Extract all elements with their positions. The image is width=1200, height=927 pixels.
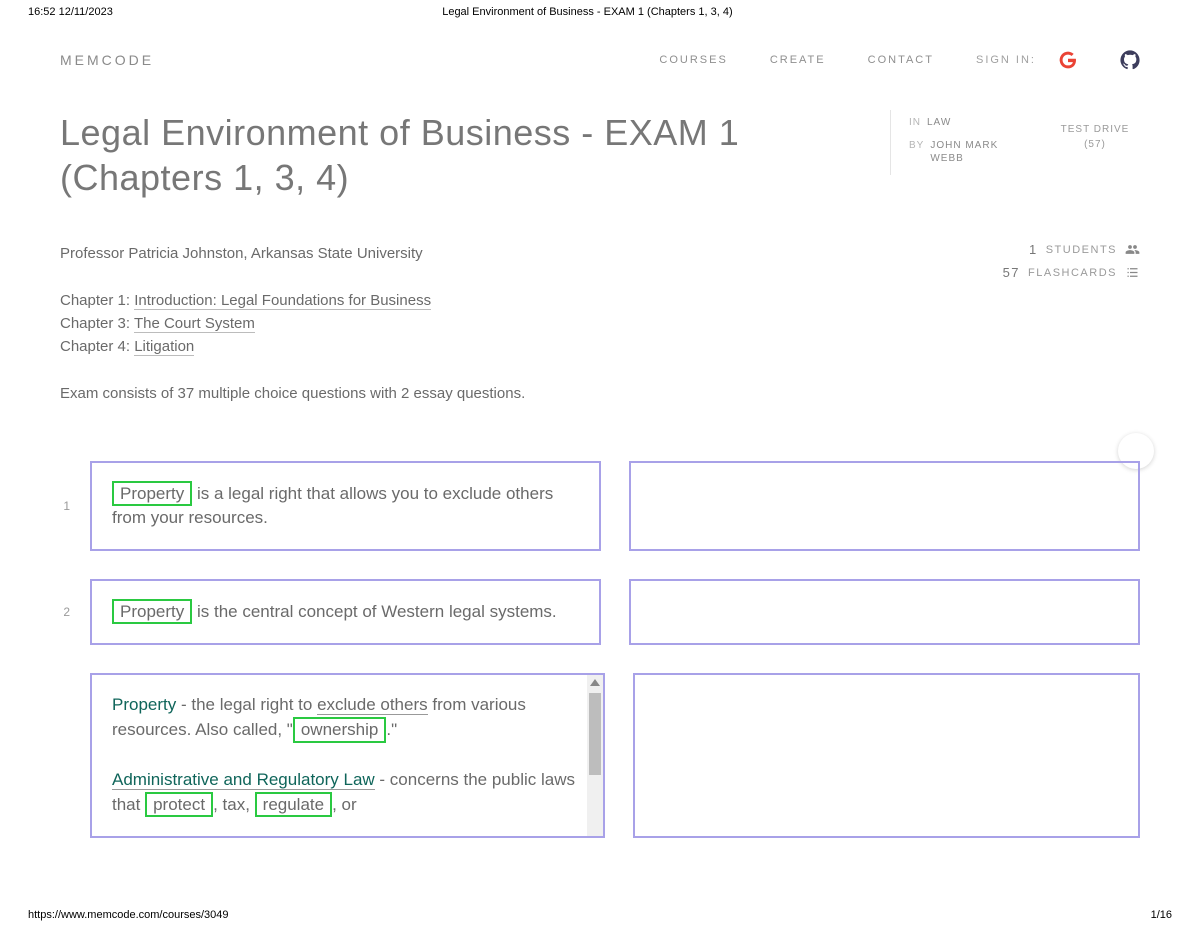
card-number: 2 — [60, 605, 70, 619]
flashcards-label: FLASHCARDS — [1028, 267, 1117, 279]
students-stat: 1 STUDENTS — [1003, 242, 1140, 257]
github-icon[interactable] — [1120, 50, 1140, 70]
nav-contact[interactable]: CONTACT — [868, 54, 934, 66]
flashcard-question[interactable]: Property is the central concept of Weste… — [90, 579, 601, 645]
ch1-link[interactable]: Introduction: Legal Foundations for Busi… — [134, 292, 431, 310]
in-value[interactable]: LAW — [927, 116, 951, 129]
ch4-link[interactable]: Litigation — [134, 338, 194, 356]
cloze-blank: regulate — [255, 792, 332, 817]
logo[interactable]: MEMCODE — [60, 52, 154, 68]
google-icon[interactable] — [1058, 50, 1078, 70]
flashcard-answer[interactable] — [629, 579, 1140, 645]
by-value[interactable]: JOHN MARK WEBB — [930, 139, 1020, 165]
ch4-prefix: Chapter 4: — [60, 338, 134, 355]
scroll-up-arrow-icon[interactable] — [590, 679, 600, 686]
ch1-prefix: Chapter 1: — [60, 292, 134, 309]
students-label: STUDENTS — [1046, 244, 1117, 256]
users-icon — [1125, 242, 1140, 257]
cloze-blank: protect — [145, 792, 213, 817]
card-number: 1 — [60, 499, 70, 513]
course-meta: IN LAW BY JOHN MARK WEBB — [890, 110, 1020, 175]
nav-courses[interactable]: COURSES — [659, 54, 727, 66]
course-description: Professor Patricia Johnston, Arkansas St… — [60, 242, 800, 405]
flashcard-answer[interactable] — [629, 461, 1140, 551]
print-page: 1/16 — [1151, 909, 1172, 921]
test-drive-button[interactable]: TEST DRIVE (57) — [1050, 110, 1140, 150]
scrollbar[interactable] — [587, 675, 603, 836]
test-drive-label: TEST DRIVE — [1050, 124, 1140, 135]
test-drive-count: (57) — [1050, 139, 1140, 150]
scroll-thumb[interactable] — [589, 693, 601, 775]
flashcard-answer[interactable] — [633, 673, 1140, 838]
flashcard-question[interactable]: Property is a legal right that allows yo… — [90, 461, 601, 551]
term-heading: Administrative and Regulatory Law — [112, 770, 375, 790]
course-title: Legal Environment of Business - EXAM 1 (… — [60, 110, 860, 200]
list-icon — [1125, 265, 1140, 280]
print-header: 16:52 12/11/2023 Legal Environment of Bu… — [0, 0, 1200, 26]
flashcards-stat: 57 FLASHCARDS — [1003, 265, 1140, 280]
term-heading: Property — [112, 695, 176, 714]
ch3-link[interactable]: The Court System — [134, 315, 255, 333]
by-label: BY — [909, 139, 924, 165]
question-text: is the central concept of Western legal … — [192, 602, 556, 621]
cloze-blank: Property — [112, 599, 192, 624]
exam-info: Exam consists of 37 multiple choice ques… — [60, 382, 800, 405]
cloze-blank: ownership — [293, 717, 387, 742]
nav-create[interactable]: CREATE — [770, 54, 826, 66]
underlined-text: exclude others — [317, 695, 428, 715]
print-title: Legal Environment of Business - EXAM 1 (… — [442, 6, 732, 18]
in-label: IN — [909, 116, 921, 129]
top-nav: MEMCODE COURSES CREATE CONTACT SIGN IN: — [60, 26, 1140, 90]
cloze-blank: Property — [112, 481, 192, 506]
students-count: 1 — [1029, 242, 1038, 257]
print-url: https://www.memcode.com/courses/3049 — [28, 909, 229, 921]
flashcards-count: 57 — [1003, 265, 1020, 280]
print-footer: https://www.memcode.com/courses/3049 1/1… — [0, 909, 1200, 921]
print-timestamp: 16:52 12/11/2023 — [28, 6, 113, 18]
signin-label: SIGN IN: — [976, 54, 1036, 66]
professor-line: Professor Patricia Johnston, Arkansas St… — [60, 242, 800, 265]
ch3-prefix: Chapter 3: — [60, 315, 134, 332]
flashcard-question[interactable]: Property - the legal right to exclude ot… — [90, 673, 605, 838]
